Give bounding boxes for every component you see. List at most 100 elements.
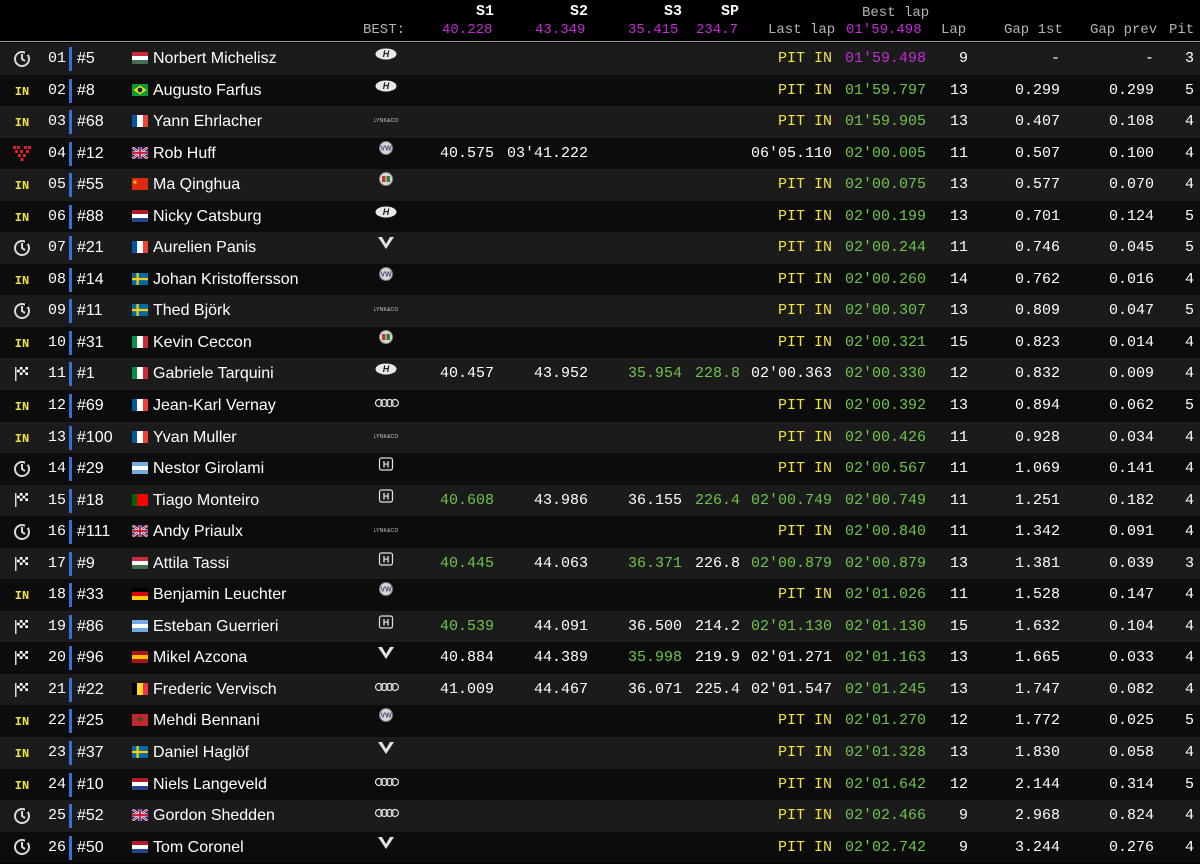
- pit-in-text: IN: [14, 431, 30, 446]
- team-color-bar: [69, 173, 72, 198]
- table-row[interactable]: 04 #12 Rob Huff VW 40.575 03'41.222 06'05.110 0…: [0, 137, 1200, 170]
- status-indicator: IN: [8, 75, 36, 107]
- table-row[interactable]: IN 24 #10 Niels Langeveld PIT IN 02'01.642 12 2…: [0, 768, 1200, 801]
- table-row[interactable]: 20 #96 Mikel Azcona 40.884 44.389 35.998 219.9…: [0, 642, 1200, 674]
- driver-name[interactable]: Frederic Vervisch: [153, 674, 277, 706]
- col-gap-prev[interactable]: Gap prev: [1090, 22, 1157, 38]
- team-color-bar: [69, 741, 72, 766]
- gap-first: 0.746: [1014, 239, 1060, 257]
- col-last-lap[interactable]: Last lap: [768, 22, 835, 38]
- col-s3[interactable]: S3: [664, 3, 682, 20]
- driver-name[interactable]: Nicky Catsburg: [153, 201, 261, 233]
- cupra-logo-icon: [378, 742, 394, 755]
- pit-in-text: IN: [14, 210, 30, 225]
- table-row[interactable]: IN 02 #8 Augusto Farfus H PIT IN 01'59.797 13 0.…: [0, 74, 1200, 107]
- driver-name[interactable]: Yann Ehrlacher: [153, 106, 262, 138]
- col-s1[interactable]: S1: [476, 3, 494, 20]
- driver-name[interactable]: Augusto Farfus: [153, 75, 262, 107]
- header-divider: [0, 41, 1200, 42]
- speed: [686, 106, 740, 138]
- pit-count: 5: [1184, 302, 1194, 320]
- status-indicator: [8, 674, 36, 706]
- table-row[interactable]: IN 10 #31 Kevin Ceccon PIT IN 02'00.321 15 0.82…: [0, 326, 1200, 359]
- manufacturer-logo: LYNK&CO: [374, 106, 399, 138]
- table-row[interactable]: 11 #1 Gabriele Tarquini H 40.457 43.952 35.954…: [0, 358, 1200, 391]
- col-best-lap[interactable]: Best lap: [862, 5, 929, 21]
- driver-name[interactable]: Mehdi Bennani: [153, 705, 260, 737]
- hyundai-logo-icon: H: [375, 48, 397, 60]
- driver-name[interactable]: Jean-Karl Vernay: [153, 390, 276, 422]
- best-lap: 02'00.075: [844, 176, 926, 194]
- driver-name[interactable]: Gordon Shedden: [153, 800, 275, 832]
- table-row[interactable]: 07 #21 Aurelien Panis PIT IN 02'00.244 11 0.74…: [0, 232, 1200, 264]
- sector-2: [500, 422, 588, 454]
- timing-header: BEST: S1 40.228 S2 43.349 S3 35.415 SP 2…: [0, 0, 1200, 42]
- table-row[interactable]: IN 05 #55 Ma Qinghua PIT IN 02'00.075 13 0.577 0…: [0, 169, 1200, 201]
- driver-name[interactable]: Kevin Ceccon: [153, 327, 252, 359]
- gap-first: 1.342: [1014, 523, 1060, 541]
- driver-name[interactable]: Attila Tassi: [153, 548, 229, 580]
- car-number: #11: [77, 302, 103, 320]
- sector-2: [500, 453, 588, 485]
- driver-name[interactable]: Mikel Azcona: [153, 642, 247, 674]
- status-indicator: [8, 611, 36, 643]
- driver-name[interactable]: Benjamin Leuchter: [153, 579, 286, 611]
- col-s2[interactable]: S2: [570, 3, 588, 20]
- table-row[interactable]: 15 #18 Tiago Monteiro H 40.608 43.986 36.155 22…: [0, 484, 1200, 517]
- driver-name[interactable]: Daniel Haglöf: [153, 737, 249, 769]
- driver-name[interactable]: Niels Langeveld: [153, 769, 267, 801]
- table-row[interactable]: 17 #9 Attila Tassi H 40.445 44.063 36.371 226.8…: [0, 547, 1200, 580]
- table-row[interactable]: 16 #111 Andy Priaulx LYNK&CO PIT IN 02'00.840…: [0, 516, 1200, 548]
- svg-text:VW: VW: [380, 271, 392, 278]
- col-pit[interactable]: Pit: [1169, 22, 1194, 38]
- sector-2: 44.467: [533, 680, 588, 698]
- table-row[interactable]: IN 23 #37 Daniel Haglöf PIT IN 02'01.328 13 1.8…: [0, 737, 1200, 769]
- driver-name[interactable]: Gabriele Tarquini: [153, 358, 274, 390]
- sector-1: [420, 516, 494, 548]
- car-number: #9: [77, 554, 95, 572]
- table-row[interactable]: 09 #11 Thed Björk LYNK&CO PIT IN 02'00.307 13 0…: [0, 295, 1200, 327]
- col-gap-1st[interactable]: Gap 1st: [1004, 22, 1063, 38]
- best-lap: 01'59.905: [844, 113, 926, 131]
- pit-count: 4: [1184, 460, 1194, 478]
- driver-name[interactable]: Johan Kristoffersson: [153, 264, 299, 296]
- driver-name[interactable]: Norbert Michelisz: [153, 43, 277, 75]
- driver-name[interactable]: Nestor Girolami: [153, 453, 264, 485]
- table-row[interactable]: 26 #50 Tom Coronel PIT IN 02'02.742 9 3.244 0.2…: [0, 831, 1200, 864]
- table-row[interactable]: IN 18 #33 Benjamin Leuchter VW PIT IN 02'01.02…: [0, 579, 1200, 611]
- table-row[interactable]: 14 #29 Nestor Girolami H PIT IN 02'00.567 11 1.…: [0, 453, 1200, 485]
- table-row[interactable]: IN 03 #68 Yann Ehrlacher LYNK&CO PIT IN 01'59.…: [0, 106, 1200, 138]
- pit-count: 4: [1184, 838, 1194, 856]
- car-number: #111: [77, 523, 111, 541]
- driver-name[interactable]: Rob Huff: [153, 138, 216, 170]
- table-row[interactable]: IN 08 #14 Johan Kristoffersson VW PIT IN 02'00…: [0, 263, 1200, 296]
- last-lap: PIT IN: [777, 586, 832, 604]
- table-row[interactable]: IN 13 #100 Yvan Muller LYNK&CO PIT IN 02'00.42…: [0, 421, 1200, 454]
- col-sp[interactable]: SP: [721, 3, 739, 20]
- table-row[interactable]: IN 06 #88 Nicky Catsburg H PIT IN 02'00.199 13 0…: [0, 200, 1200, 233]
- lap-count: 13: [949, 302, 968, 320]
- driver-name[interactable]: Andy Priaulx: [153, 516, 243, 548]
- sector-2: [500, 579, 588, 611]
- driver-name[interactable]: Tiago Monteiro: [153, 485, 259, 517]
- driver-name[interactable]: Tom Coronel: [153, 832, 244, 864]
- garage-icon: [14, 460, 30, 477]
- pit-count: 4: [1184, 680, 1194, 698]
- driver-name[interactable]: Thed Björk: [153, 295, 230, 327]
- gap-first: 0.701: [1014, 207, 1060, 225]
- car-number: #55: [77, 176, 104, 194]
- driver-name[interactable]: Yvan Muller: [153, 422, 237, 454]
- sector-1: [420, 169, 494, 201]
- checkered-flag-icon: [15, 556, 28, 571]
- table-row[interactable]: 21 #22 Frederic Vervisch 41.009 44.467 36.071…: [0, 673, 1200, 706]
- col-lap[interactable]: Lap: [941, 22, 966, 38]
- table-row[interactable]: 01 #5 Norbert Michelisz H PIT IN 01'59.498 9 - -…: [0, 43, 1200, 75]
- driver-name[interactable]: Aurelien Panis: [153, 232, 256, 264]
- table-row[interactable]: IN 22 #25 Mehdi Bennani VW PIT IN 02'01.270 12 1…: [0, 705, 1200, 738]
- driver-name[interactable]: Esteban Guerrieri: [153, 611, 278, 643]
- table-row[interactable]: 19 #86 Esteban Guerrieri H 40.539 44.091 36.50…: [0, 610, 1200, 643]
- last-lap: PIT IN: [777, 428, 832, 446]
- table-row[interactable]: IN 12 #69 Jean-Karl Vernay PIT IN 02'00.392 13…: [0, 390, 1200, 422]
- table-row[interactable]: 25 #52 Gordon Shedden PIT IN 02'02.466 9 2.968…: [0, 800, 1200, 832]
- driver-name[interactable]: Ma Qinghua: [153, 169, 240, 201]
